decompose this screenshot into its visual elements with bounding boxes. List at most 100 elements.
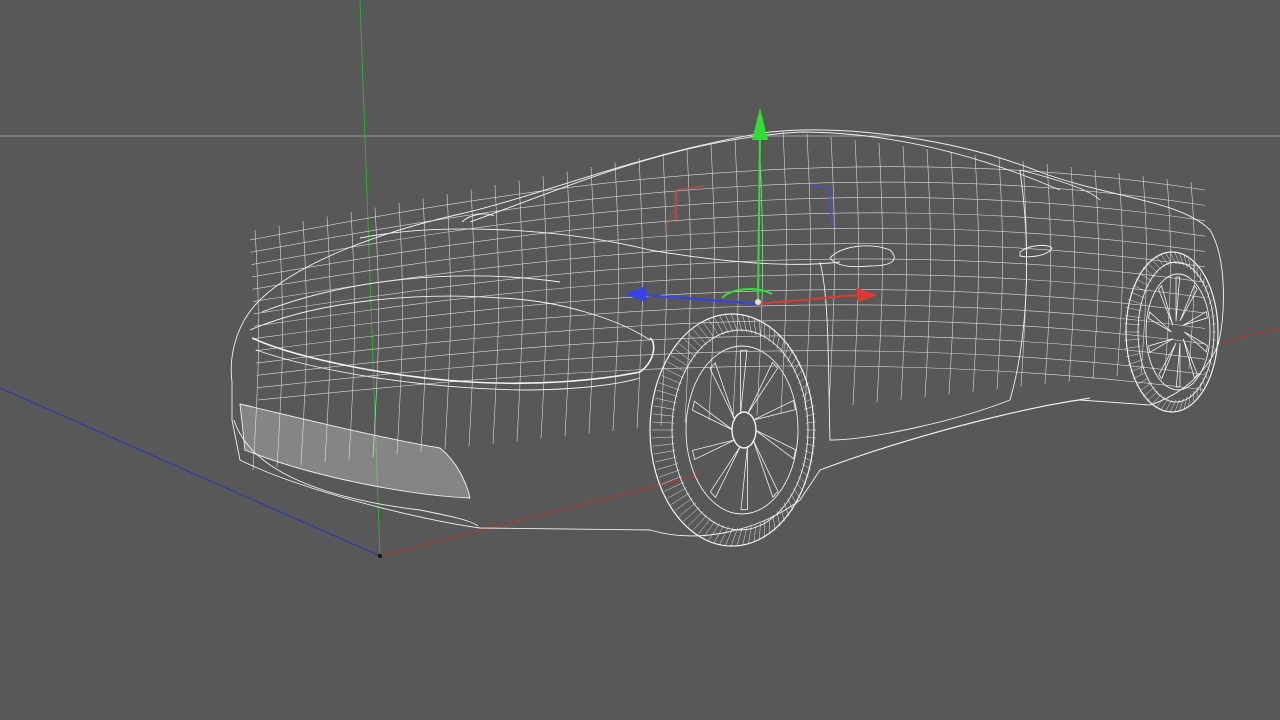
gizmo-rotate-arc[interactable] xyxy=(721,288,773,299)
mesh-line xyxy=(255,304,1206,352)
mesh-line xyxy=(659,469,680,478)
rear-wheel[interactable] xyxy=(1124,251,1219,413)
mesh-line xyxy=(787,349,794,363)
move-gizmo[interactable] xyxy=(624,108,878,305)
gizmo-z-handle-line[interactable] xyxy=(645,294,759,305)
mesh-line xyxy=(790,492,798,505)
mesh-line xyxy=(708,144,715,421)
mesh-line xyxy=(798,475,807,485)
mesh-line xyxy=(372,207,379,458)
gizmo-center[interactable] xyxy=(755,299,761,305)
gizmo-y-arrow[interactable] xyxy=(752,108,768,140)
mesh-line xyxy=(798,375,807,385)
mesh-line xyxy=(736,527,743,547)
front-hub xyxy=(731,411,757,449)
mesh-line xyxy=(653,450,676,455)
mesh-line xyxy=(656,390,679,397)
gizmo-x-handle-line[interactable] xyxy=(757,294,859,305)
mesh-line xyxy=(257,350,1206,388)
mesh-line xyxy=(612,162,619,432)
mesh-line xyxy=(1127,359,1144,365)
mesh-line xyxy=(256,335,1206,376)
mesh-line xyxy=(1135,377,1150,386)
mesh-line xyxy=(678,343,696,358)
mesh-line xyxy=(1020,160,1027,387)
mesh-line xyxy=(790,355,798,368)
mesh-line xyxy=(1158,342,1177,380)
pivot-helper-left xyxy=(665,185,705,229)
3d-viewport[interactable] xyxy=(0,0,1280,720)
mesh-line xyxy=(787,497,794,511)
mesh-line xyxy=(697,325,712,343)
mesh-line xyxy=(254,273,1206,327)
mesh-line xyxy=(783,502,790,517)
mesh-line xyxy=(492,184,499,445)
mesh-line xyxy=(348,211,355,460)
mesh-line xyxy=(709,362,736,421)
mesh-line xyxy=(249,166,1206,241)
mesh-line xyxy=(420,198,427,452)
mesh-line xyxy=(752,399,796,421)
rear-rim xyxy=(1145,273,1211,391)
mesh-line xyxy=(659,382,680,391)
mesh-line xyxy=(747,361,779,415)
world-origin xyxy=(378,554,382,558)
mesh-line xyxy=(1199,382,1202,392)
mesh-line xyxy=(1132,284,1147,293)
mesh-line xyxy=(1130,291,1145,299)
gizmo-z-arrow[interactable] xyxy=(624,286,646,302)
mesh-line xyxy=(752,439,779,498)
front-tire-inner xyxy=(671,329,809,531)
mesh-line xyxy=(740,445,748,511)
front-wheel[interactable] xyxy=(649,313,816,547)
car-grille xyxy=(239,403,471,499)
world-x-axis-far xyxy=(1217,327,1280,344)
mesh-line xyxy=(924,148,931,398)
mesh-line xyxy=(652,421,675,424)
mesh-line xyxy=(730,313,738,333)
mesh-line xyxy=(1139,382,1153,392)
mesh-line xyxy=(1179,284,1198,322)
mesh-line xyxy=(652,436,675,439)
mesh-line xyxy=(655,456,677,463)
gizmo-x-arrow[interactable] xyxy=(856,288,878,302)
mesh-line xyxy=(708,523,720,541)
mesh-line xyxy=(1126,352,1142,357)
car-side-sill xyxy=(819,397,1091,471)
mesh-line xyxy=(1139,272,1153,282)
mesh-line xyxy=(1188,394,1191,406)
world-axes xyxy=(0,0,1280,558)
rear-rim-spokes xyxy=(1148,276,1208,388)
mesh-line xyxy=(652,443,675,447)
mesh-line xyxy=(564,171,571,437)
mesh-line xyxy=(948,151,955,395)
mesh-line xyxy=(1183,255,1188,268)
car-roof-line xyxy=(469,131,1061,223)
car-door-handle xyxy=(1019,244,1053,258)
car-wireframe[interactable] xyxy=(230,129,1224,547)
mesh-line xyxy=(251,212,1206,278)
mesh-line xyxy=(1175,342,1181,388)
mesh-line xyxy=(687,333,704,349)
mesh-line xyxy=(740,349,748,415)
mesh-line xyxy=(687,511,704,527)
mesh-line xyxy=(996,157,1003,390)
mesh-line xyxy=(1160,253,1169,266)
mesh-line xyxy=(972,154,979,393)
mesh-line xyxy=(1116,172,1123,377)
mesh-line xyxy=(754,429,797,460)
mesh-line xyxy=(828,136,835,408)
mesh-line xyxy=(692,514,708,531)
mesh-line xyxy=(656,463,679,470)
mesh-line xyxy=(251,197,1206,265)
mesh-line xyxy=(652,413,675,417)
front-rim-spokes xyxy=(691,349,797,511)
mesh-line xyxy=(655,397,677,404)
gizmo-y-handle-line[interactable] xyxy=(757,135,761,301)
mesh-line xyxy=(1135,278,1150,287)
mesh-line xyxy=(653,405,676,410)
mesh-line xyxy=(678,502,696,517)
mesh-line xyxy=(1192,390,1195,402)
mesh-line xyxy=(683,338,700,353)
car-mirror xyxy=(829,245,895,268)
